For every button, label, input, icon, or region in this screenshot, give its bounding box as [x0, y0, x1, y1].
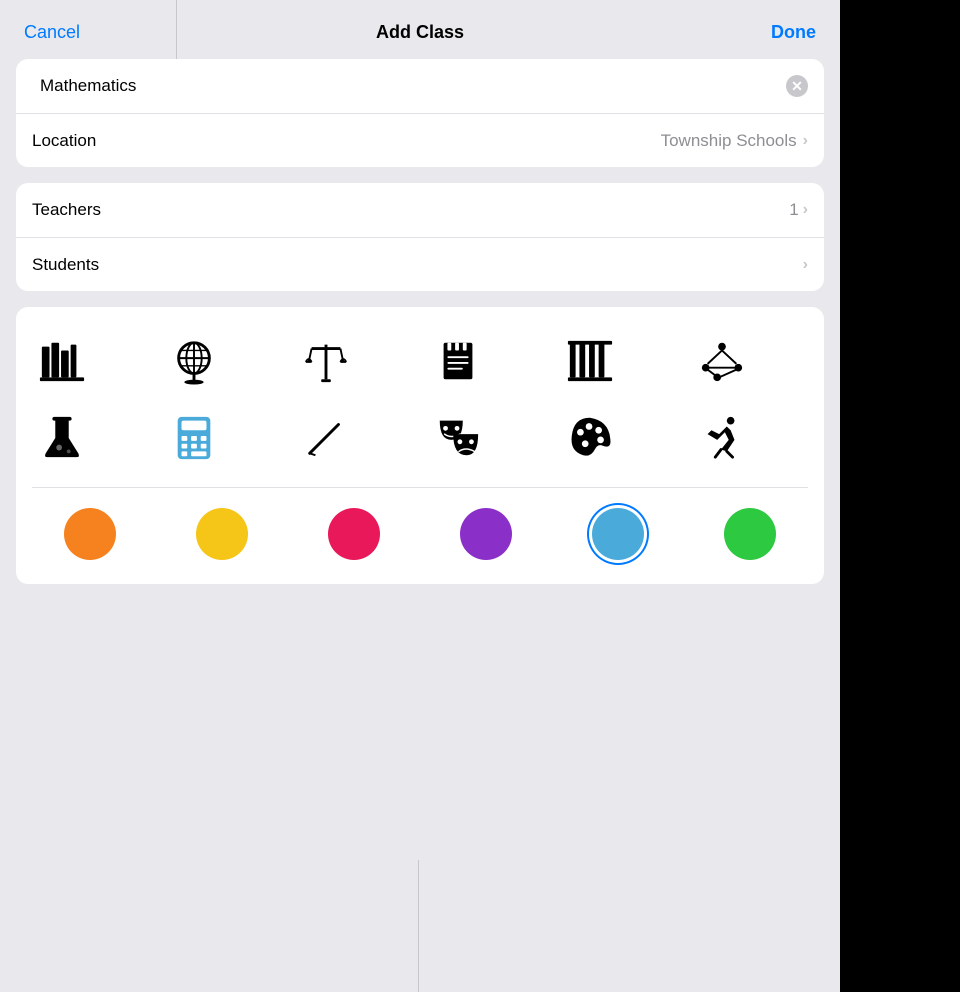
picker-divider [32, 487, 808, 488]
teachers-label: Teachers [32, 200, 789, 220]
icon-color-picker-section [16, 307, 824, 584]
pencil-icon [302, 413, 350, 461]
scales-icon [302, 337, 350, 385]
teachers-students-section: Teachers 1 › Students › [16, 183, 824, 291]
runner-icon [698, 413, 746, 461]
graph-icon-cell[interactable] [692, 331, 752, 391]
orange-color-cell[interactable] [32, 508, 148, 560]
header-divider [176, 0, 177, 59]
pencil-icon-cell[interactable] [296, 407, 356, 467]
notepad-icon-cell[interactable] [428, 331, 488, 391]
blue-color-dot [592, 508, 644, 560]
location-value-group[interactable]: Township Schools › [661, 131, 808, 151]
location-value: Township Schools [661, 131, 797, 151]
graph-icon [698, 337, 746, 385]
clear-class-name-button[interactable]: ✕ [786, 75, 808, 97]
icon-grid [32, 331, 808, 467]
books-icon [38, 337, 86, 385]
globe-icon [170, 337, 218, 385]
blue-color-cell[interactable] [560, 508, 676, 560]
cancel-button[interactable]: Cancel [24, 22, 80, 43]
location-row[interactable]: Location Township Schools › [16, 113, 824, 167]
red-color-dot [328, 508, 380, 560]
done-button[interactable]: Done [771, 22, 816, 43]
students-chevron-icon: › [803, 256, 808, 274]
red-color-cell[interactable] [296, 508, 412, 560]
columns-icon [566, 337, 614, 385]
students-label: Students [32, 255, 803, 275]
modal-title: Add Class [376, 22, 464, 43]
columns-icon-cell[interactable] [560, 331, 620, 391]
palette-icon-cell[interactable] [560, 407, 620, 467]
orange-color-dot [64, 508, 116, 560]
class-name-input[interactable] [32, 76, 786, 96]
header: Cancel Add Class Done [0, 0, 840, 59]
class-form-section: ✕ Location Township Schools › [16, 59, 824, 167]
yellow-color-dot [196, 508, 248, 560]
notepad-icon [434, 337, 482, 385]
theater-icon-cell[interactable] [428, 407, 488, 467]
runner-icon-cell[interactable] [692, 407, 752, 467]
purple-color-dot [460, 508, 512, 560]
green-color-cell[interactable] [692, 508, 808, 560]
theater-icon [434, 413, 482, 461]
calculator-icon [170, 413, 218, 461]
teachers-chevron-icon: › [803, 201, 808, 219]
location-label: Location [32, 131, 122, 151]
globe-icon-cell[interactable] [164, 331, 224, 391]
teachers-count: 1 [789, 200, 798, 220]
location-chevron-icon: › [803, 132, 808, 150]
color-grid [32, 508, 808, 560]
teachers-row[interactable]: Teachers 1 › [16, 183, 824, 237]
green-color-dot [724, 508, 776, 560]
students-row[interactable]: Students › [16, 237, 824, 291]
books-icon-cell[interactable] [32, 331, 92, 391]
purple-color-cell[interactable] [428, 508, 544, 560]
flask-icon-cell[interactable] [32, 407, 92, 467]
bottom-divider-line [418, 860, 419, 992]
palette-icon [566, 413, 614, 461]
class-name-row: ✕ [16, 59, 824, 113]
scales-icon-cell[interactable] [296, 331, 356, 391]
flask-icon [38, 413, 86, 461]
yellow-color-cell[interactable] [164, 508, 280, 560]
calculator-icon-cell[interactable] [164, 407, 224, 467]
